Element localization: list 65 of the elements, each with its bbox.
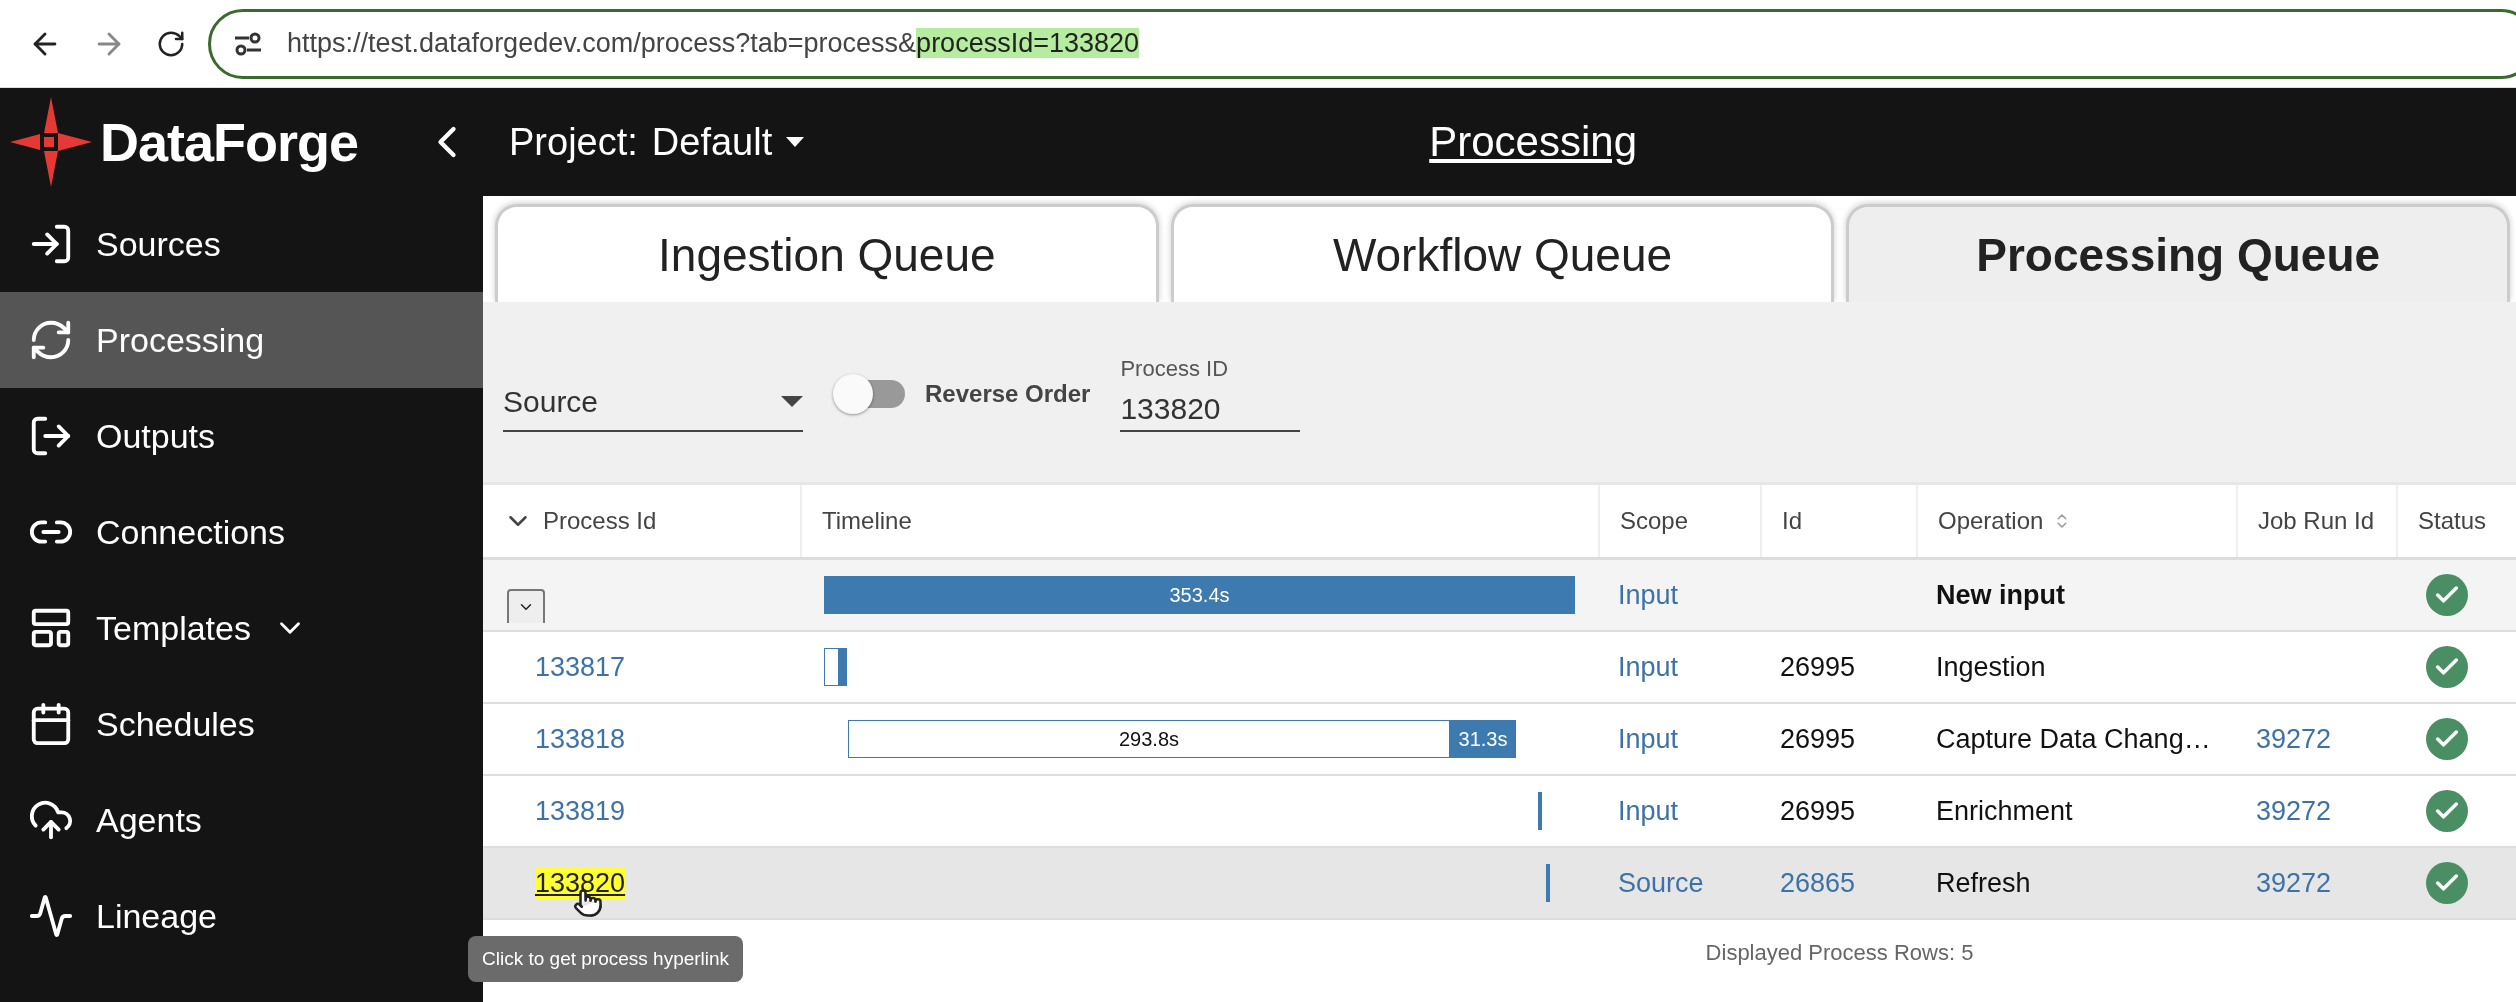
column-header: Scope [1620,507,1689,535]
scope-link[interactable]: Input [1618,723,1679,755]
id-text: 26995 [1780,795,1856,827]
job-run-link[interactable]: 39272 [2256,867,2332,899]
process-id-link[interactable]: 133818 [535,723,626,755]
job-run-link[interactable]: 39272 [2256,723,2332,755]
success-icon [2426,790,2468,832]
success-icon [2426,718,2468,760]
brand-name: DataForge [100,111,360,173]
process-id-link[interactable]: 133817 [535,651,626,683]
column-header: Job Run Id [2258,507,2375,535]
scope-select[interactable]: Source [503,373,803,432]
column-header: Operation [1938,507,2044,535]
column-header: Timeline [822,507,912,535]
operation-text: Enrichment [1936,795,2073,827]
caret-icon [781,396,803,407]
expand-button[interactable] [507,589,545,623]
operation-text: Ingestion [1936,651,2046,683]
column-header: Id [1782,507,1802,535]
timeline-tick [1538,792,1542,830]
scope-link[interactable]: Source [1618,867,1704,899]
logo-icon [10,97,92,187]
sidebar-item[interactable]: Outputs [0,388,483,484]
column-header: Status [2418,507,2487,535]
process-id-link[interactable]: 133819 [535,795,626,827]
site-settings-icon [233,30,263,57]
sidebar-item[interactable]: Connections [0,484,483,580]
process-id-field[interactable]: 133820 [1120,387,1301,432]
caret-icon [786,137,805,147]
queue-tab[interactable]: Processing Queue [1846,204,2510,302]
timeline-bar: 31.3s [1450,720,1516,758]
id-link[interactable]: 26865 [1780,867,1856,899]
id-text: 26995 [1780,723,1856,755]
url-text: https://test.dataforgedev.com/process?tab=process&processId=133820 [287,28,1140,59]
queue-tab[interactable]: Workflow Queue [1170,204,1835,302]
id-text: 26995 [1780,651,1856,683]
success-icon [2426,574,2468,616]
tooltip: Click to get process hyperlink [468,936,744,982]
timeline-bar: 353.4s [824,576,1575,614]
timeline-bar: 293.8s [848,720,1450,758]
success-icon [2426,646,2468,688]
sidebar-item[interactable]: Templates [0,580,483,676]
sidebar-item[interactable]: Agents [0,772,483,868]
scope-link[interactable]: Input [1618,579,1679,611]
sidebar-item[interactable]: Processing [0,292,483,388]
success-icon [2426,862,2468,904]
column-header: Process Id [543,507,657,535]
job-run-link[interactable]: 39272 [2256,795,2332,827]
page-title[interactable]: Processing [810,118,2256,166]
scope-link[interactable]: Input [1618,795,1679,827]
timeline-tick [1546,864,1550,902]
scope-link[interactable]: Input [1618,651,1679,683]
queue-tab[interactable]: Ingestion Queue [495,204,1159,302]
row-count-text: Displayed Process Rows: 5 [1705,940,1974,966]
timeline-bar [824,648,847,686]
sidebar-item[interactable]: Sources [0,196,483,292]
operation-text: New input [1936,579,2065,611]
switch-label: Reverse Order [925,379,1091,408]
sidebar-item[interactable]: Schedules [0,676,483,772]
field-label: Process ID [1120,355,1230,382]
address-bar[interactable]: https://test.dataforgedev.com/process?tab=process&processId=133820 [208,8,2516,79]
project-selector[interactable]: Project: Default [503,119,811,165]
line-chart-icon [28,893,74,939]
operation-text: Refresh [1936,867,2031,899]
operation-text: Capture Data Chang… [1936,723,2211,755]
